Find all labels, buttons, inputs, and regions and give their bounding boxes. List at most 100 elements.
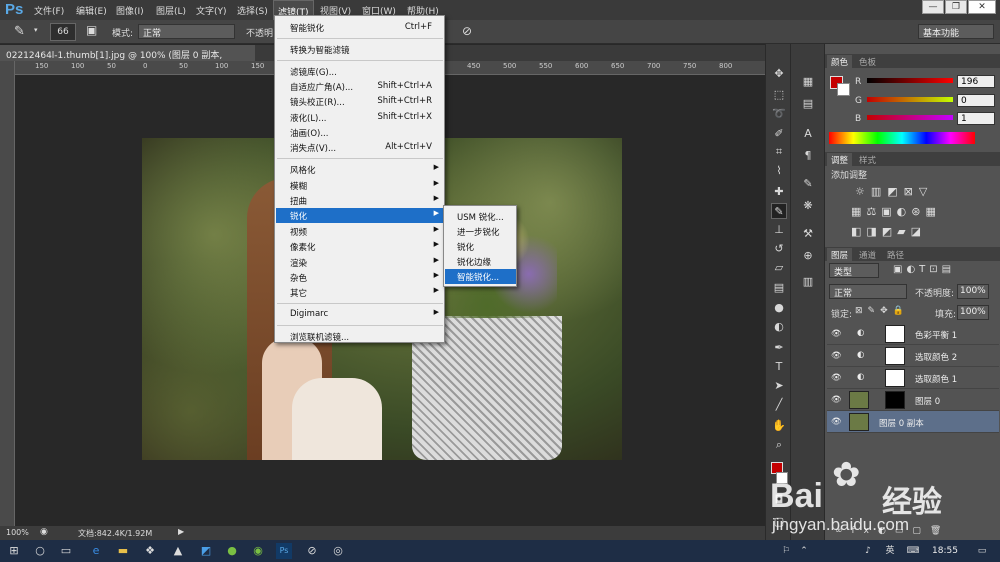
layer-thumb[interactable]	[849, 391, 869, 409]
mode-select[interactable]: 正常	[138, 24, 235, 39]
visibility-eye-icon[interactable]: 👁	[831, 395, 842, 405]
photoshop-taskbar-icon[interactable]: Ps	[276, 543, 292, 559]
ime-indicator[interactable]: 英	[882, 543, 898, 559]
zoom-level[interactable]: 100%	[6, 528, 29, 537]
restore-icon[interactable]: ❐	[945, 0, 967, 14]
layer-name[interactable]: 图层 0	[915, 395, 940, 407]
type-tool-icon[interactable]: T	[771, 359, 787, 375]
app-icon-4[interactable]: ●	[224, 543, 240, 559]
submenu-item-smart-sharpen[interactable]: 智能锐化...	[445, 269, 516, 284]
search-icon[interactable]: ○	[32, 543, 48, 559]
tab-adjustments[interactable]: 调整	[827, 153, 853, 167]
document-tab[interactable]: 02212464l-1.thumb[1].jpg @ 100% (图层 0 副本…	[0, 45, 255, 71]
line-tool-icon[interactable]: ╱	[771, 397, 787, 413]
tab-paths[interactable]: 路径	[883, 248, 908, 262]
layer-row[interactable]: 👁 图层 0	[827, 389, 999, 411]
tab-layers[interactable]: 图层	[827, 248, 853, 262]
character-panel-icon[interactable]: A	[800, 126, 816, 142]
menu-item-video[interactable]: 视频 ▶	[276, 224, 444, 239]
menu-item-smart-sharpen-last[interactable]: 智能锐化 Ctrl+F	[276, 20, 444, 35]
r-slider[interactable]	[867, 78, 953, 83]
blur-tool-icon[interactable]: ●	[771, 300, 787, 316]
layer-name[interactable]: 选取颜色 1	[915, 373, 957, 385]
app-icon-5[interactable]: ⊘	[304, 543, 320, 559]
layer-row[interactable]: 👁 ◐ 选取颜色 2	[827, 345, 999, 367]
layer-row[interactable]: 👁 图层 0 副本	[827, 411, 999, 433]
brush-panel-icon[interactable]: ✎	[800, 176, 816, 192]
fill-input[interactable]: 100%	[957, 305, 989, 320]
brush-tool-icon[interactable]: ✎	[14, 24, 25, 39]
properties-panel-icon[interactable]: ▤	[800, 96, 816, 112]
eraser-tool-icon[interactable]: ▱	[771, 260, 787, 276]
brush-presets-icon[interactable]: ❋	[800, 198, 816, 214]
move-tool-icon[interactable]: ✥	[771, 66, 787, 82]
menu-item-render[interactable]: 渲染 ▶	[276, 255, 444, 270]
marquee-tool-icon[interactable]: ⬚	[771, 87, 787, 103]
layer-name[interactable]: 图层 0 副本	[879, 417, 924, 429]
layer-row[interactable]: 👁 ◐ 选取颜色 1	[827, 367, 999, 389]
menu-type[interactable]: 文字(Y)	[196, 4, 227, 17]
pen-tool-icon[interactable]: ✒	[771, 340, 787, 356]
menu-item-adaptive-wide[interactable]: 自适应广角(A)... Shift+Ctrl+A	[276, 79, 444, 94]
layer-kind-filter[interactable]: 类型	[829, 263, 879, 278]
layer-thumb[interactable]	[849, 413, 869, 431]
tray-icons[interactable]: ⚐	[778, 543, 794, 559]
measurement-icon[interactable]: ▥	[800, 274, 816, 290]
adjust-icons-row-3[interactable]: ◧◨◩▰◪	[851, 225, 926, 238]
menu-item-lens-correction[interactable]: 镜头校正(R)... Shift+Ctrl+R	[276, 94, 444, 109]
menu-item-filter-gallery[interactable]: 滤镜库(G)...	[276, 64, 444, 79]
menu-item-other[interactable]: 其它 ▶	[276, 285, 444, 300]
quick-select-icon[interactable]: ✐	[771, 126, 787, 142]
layer-mask-thumb[interactable]	[885, 347, 905, 365]
pressure-icon[interactable]: ⊘	[462, 24, 472, 38]
submenu-item-sharpen[interactable]: 锐化	[445, 239, 516, 254]
clone-source-icon[interactable]: ⊕	[800, 248, 816, 264]
visibility-eye-icon[interactable]: 👁	[831, 417, 842, 427]
tool-presets-icon[interactable]: ⚒	[800, 226, 816, 242]
menu-item-distort[interactable]: 扭曲 ▶	[276, 193, 444, 208]
close-icon[interactable]: ✕	[968, 0, 996, 14]
menu-item-convert-smart[interactable]: 转换为智能滤镜	[276, 42, 444, 57]
visibility-eye-icon[interactable]: 👁	[831, 373, 842, 383]
menu-item-liquify[interactable]: 液化(L)... Shift+Ctrl+X	[276, 110, 444, 125]
tab-color[interactable]: 颜色	[827, 55, 853, 69]
zoom-tool-icon[interactable]: ⌕	[771, 437, 787, 453]
visibility-eye-icon[interactable]: 👁	[831, 329, 842, 339]
menu-edit[interactable]: 编辑(E)	[76, 4, 107, 17]
history-panel-icon[interactable]: ▦	[800, 74, 816, 90]
gradient-tool-icon[interactable]: ▤	[771, 280, 787, 296]
app-icon-1[interactable]: ❖	[142, 543, 158, 559]
layer-name[interactable]: 选取颜色 2	[915, 351, 957, 363]
crop-tool-icon[interactable]: ⌗	[771, 144, 787, 160]
layer-mask-thumb[interactable]	[885, 391, 905, 409]
wechat-icon[interactable]: ◉	[250, 543, 266, 559]
windows-start-icon[interactable]: ⊞	[6, 543, 22, 559]
layer-row[interactable]: 👁 ◐ 色彩平衡 1	[827, 323, 999, 345]
minimize-icon[interactable]: —	[922, 0, 944, 14]
menu-item-digimarc[interactable]: Digimarc ▶	[276, 307, 444, 322]
submenu-item-sharpen-more[interactable]: 进一步锐化	[445, 224, 516, 239]
task-view-icon[interactable]: ▭	[58, 543, 74, 559]
layer-name[interactable]: 色彩平衡 1	[915, 329, 957, 341]
adjust-icons-row-2[interactable]: ▦⚖▣◐⊛▦	[851, 205, 941, 218]
adjust-icons-row-1[interactable]: ☼▥◩⊠▽	[855, 185, 933, 198]
bg-color-chip[interactable]	[837, 83, 850, 96]
filter-icons[interactable]: ▣◐T⊡▤	[893, 264, 955, 275]
history-brush-icon[interactable]: ↺	[771, 241, 787, 257]
layer-mask-thumb[interactable]	[885, 369, 905, 387]
brush-panel-icon[interactable]: ▣	[86, 23, 97, 37]
stamp-tool-icon[interactable]: ⊥	[771, 222, 787, 238]
brush-size-preset[interactable]: 66	[50, 23, 76, 41]
menu-image[interactable]: 图像(I)	[116, 4, 144, 17]
g-value[interactable]: 0	[957, 94, 995, 107]
menu-item-sharpen[interactable]: 锐化 ▶	[276, 208, 444, 223]
workspace-select[interactable]: 基本功能	[918, 24, 994, 39]
edge-browser-icon[interactable]: e	[88, 543, 104, 559]
lock-icons[interactable]: ⊠✎✥🔒	[855, 306, 909, 316]
paragraph-panel-icon[interactable]: ¶	[800, 148, 816, 164]
dropdown-arrow-icon[interactable]: ▾	[34, 26, 38, 34]
path-select-icon[interactable]: ➤	[771, 378, 787, 394]
visibility-eye-icon[interactable]: 👁	[831, 351, 842, 361]
r-value[interactable]: 196	[957, 75, 995, 88]
menu-file[interactable]: 文件(F)	[34, 4, 64, 17]
